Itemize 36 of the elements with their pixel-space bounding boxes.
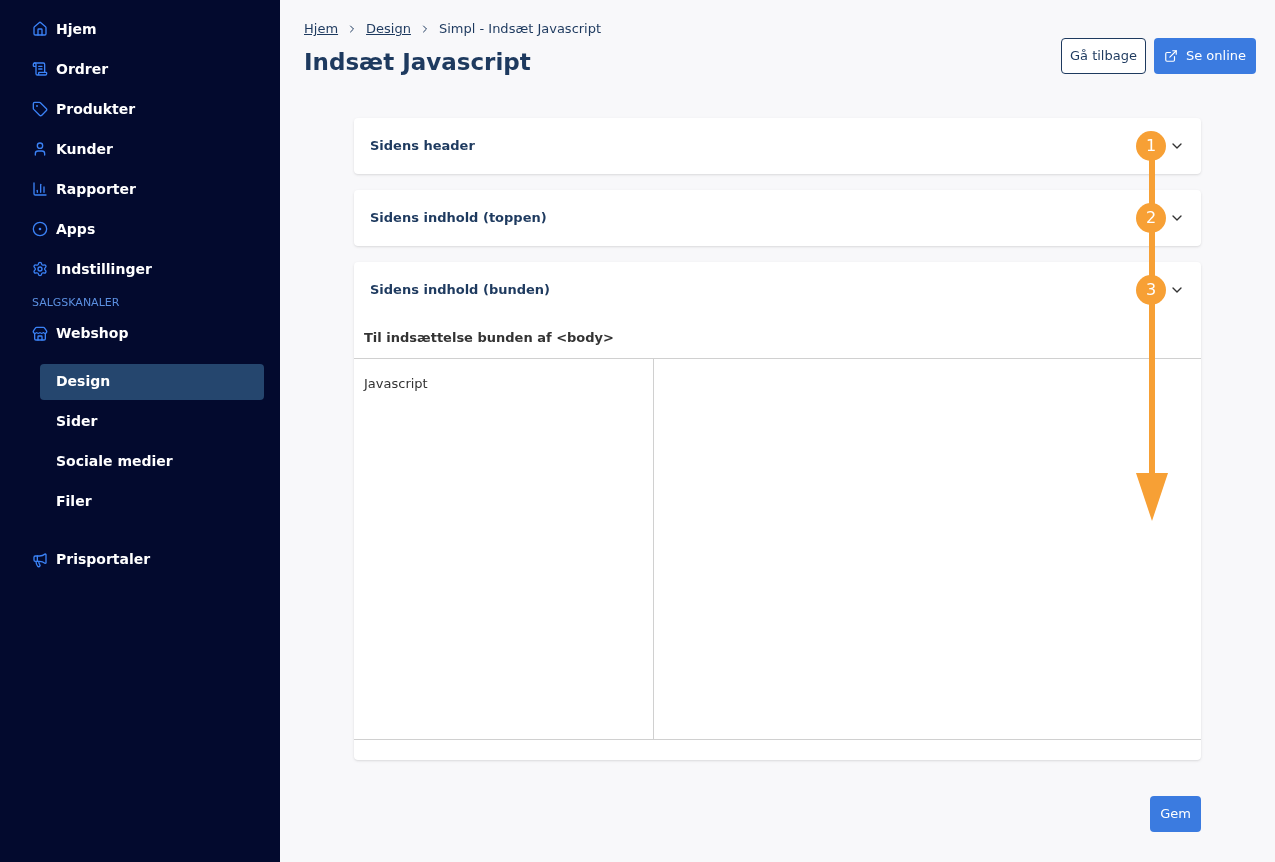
- nav-subitem[interactable]: Design: [40, 363, 264, 400]
- page-title: Indsæt Javascript: [304, 47, 531, 77]
- accordion-title[interactable]: Sidens indhold (bunden): [370, 280, 551, 300]
- nav-item[interactable]: Ordrer: [56, 58, 109, 80]
- nav-item[interactable]: Apps: [56, 218, 96, 240]
- house-icon: [32, 21, 48, 37]
- nav-item[interactable]: Produkter: [56, 98, 136, 120]
- back-button[interactable]: Gå tilbage: [1061, 37, 1146, 74]
- bar-chart-icon: [32, 181, 48, 197]
- person-icon: [32, 141, 48, 157]
- accordion-title[interactable]: Sidens indhold (toppen): [370, 208, 547, 228]
- section-heading: SALGSKANALER: [31, 295, 121, 311]
- accordion-title[interactable]: Sidens header: [370, 136, 475, 156]
- nav-item[interactable]: Rapporter: [56, 178, 136, 200]
- breadcrumb-link[interactable]: Design: [366, 19, 411, 39]
- save-button[interactable]: Gem: [1150, 796, 1201, 832]
- settings-icon: [32, 261, 48, 277]
- breadcrumb-current: Simpl - Indsæt Javascript: [438, 20, 602, 38]
- nav-item[interactable]: Webshop: [56, 323, 129, 344]
- breadcrumb-link[interactable]: Hjem: [304, 19, 339, 39]
- store-icon: [32, 325, 48, 342]
- nav-item[interactable]: Kunder: [56, 138, 113, 160]
- receipt-icon: [32, 61, 48, 77]
- nav-subitem[interactable]: Sociale medier: [40, 443, 264, 480]
- nav-item[interactable]: Indstillinger: [56, 258, 152, 280]
- external-link-icon: [1163, 48, 1178, 63]
- nav-item[interactable]: Hjem: [56, 18, 97, 40]
- section-subtitle: Til indsættelse bunden af <body>: [364, 329, 614, 348]
- field-label: Javascript: [364, 376, 428, 391]
- nav-subitem[interactable]: Sider: [40, 403, 264, 440]
- nav-subitem[interactable]: Filer: [40, 483, 264, 520]
- view-online-button[interactable]: Se online: [1153, 37, 1256, 74]
- circle-icon: [32, 221, 48, 237]
- nav-item[interactable]: Prisportaler: [56, 549, 151, 570]
- megaphone-icon: [32, 551, 48, 568]
- tag-icon: [32, 101, 48, 117]
